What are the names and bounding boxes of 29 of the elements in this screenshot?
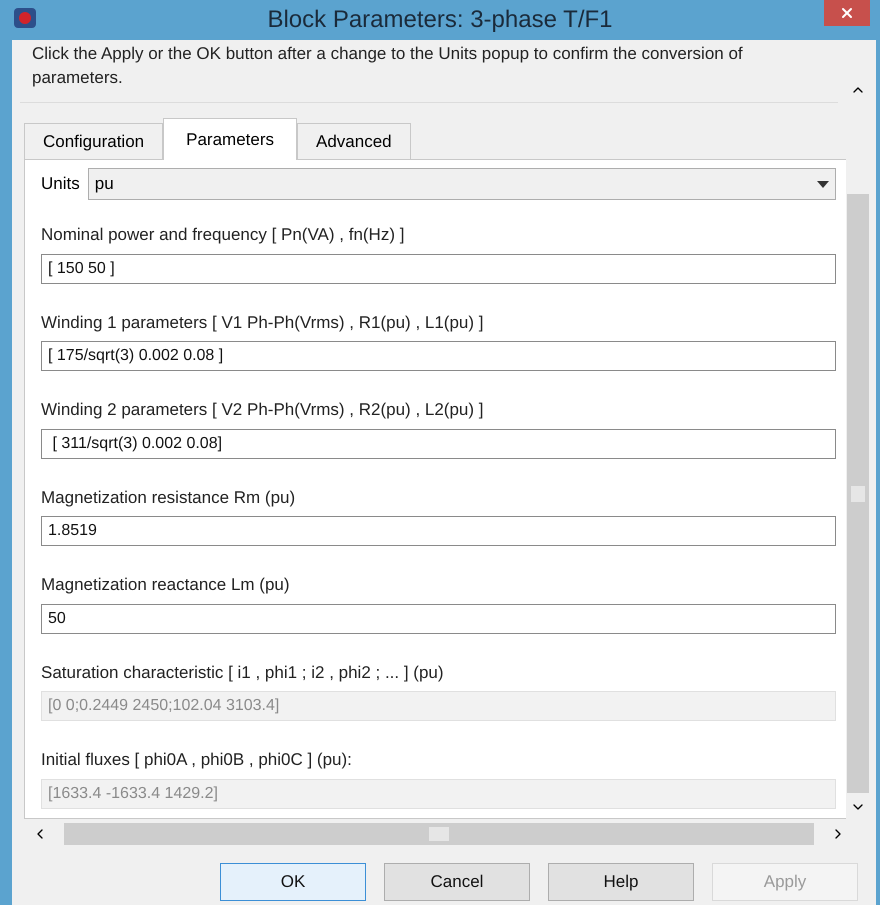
dialog-button[interactable]: OK (220, 863, 366, 901)
description-text: Click the Apply or the OK button after a change to the Units popup to confirm the conversion of parameters. (32, 43, 744, 89)
parameter-field[interactable]: [ 150 50 ] (41, 254, 836, 284)
parameter-field[interactable]: [ 175/sqrt(3) 0.002 0.08 ] (41, 341, 836, 371)
tab[interactable]: Parameters (163, 118, 297, 160)
parameter-label: Magnetization resistance Rm (pu) (41, 486, 296, 508)
app-icon (14, 8, 36, 28)
tab[interactable]: Configuration (24, 123, 164, 159)
close-button[interactable] (824, 0, 870, 26)
scrollbar-thumb[interactable] (429, 827, 449, 841)
units-label: Units (41, 173, 80, 196)
dialog-button[interactable]: Cancel (384, 863, 530, 901)
parameter-field[interactable]: 1.8519 (41, 516, 836, 546)
window-title: Block Parameters: 3-phase T/F1 (267, 5, 613, 35)
parameter-label: Saturation characteristic [ i1 , phi1 ; i2 , phi2 ; ... ] (pu) (41, 662, 445, 684)
close-icon (839, 5, 855, 21)
dialog-button[interactable]: Help (548, 863, 694, 901)
tab[interactable]: Advanced (297, 123, 411, 159)
parameter-field[interactable]: [ 311/sqrt(3) 0.002 0.08] (41, 428, 836, 458)
dropdown-caret-icon (817, 180, 829, 188)
parameter-field[interactable]: 50 (41, 604, 836, 634)
parameter-label: Nominal power and frequency [ Pn(VA) , fn(Hz) ] (41, 224, 406, 246)
parameter-label: Magnetization reactance Lm (pu) (41, 574, 291, 596)
units-dropdown[interactable]: pu (88, 168, 836, 200)
parameter-label: Winding 1 parameters [ V1 Ph-Ph(Vrms) , R1(pu) , L1(pu) ] (41, 312, 484, 334)
parameter-label: Winding 2 parameters [ V2 Ph-Ph(Vrms) , R2(pu) , L2(pu) ] (41, 399, 484, 421)
scrollbar-thumb[interactable] (851, 486, 865, 502)
scrollbar-track[interactable] (64, 823, 814, 845)
parameter-label: Initial fluxes [ phi0A , phi0B , phi0C ] (pu): (41, 749, 353, 771)
